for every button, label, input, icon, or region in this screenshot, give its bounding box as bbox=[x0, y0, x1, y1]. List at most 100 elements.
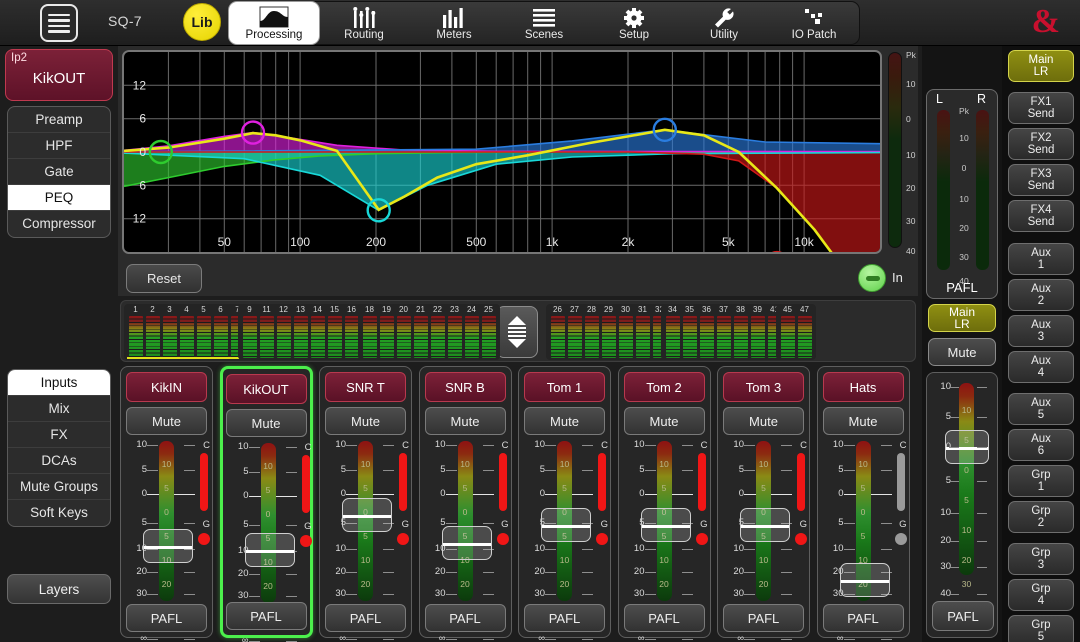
send-button-aux-4[interactable]: Aux4 bbox=[1008, 351, 1074, 383]
meter-group-3[interactable]: 1819202122232425 bbox=[358, 304, 500, 360]
strip-mute-button[interactable]: Mute bbox=[823, 407, 904, 435]
source-item-mute-groups[interactable]: Mute Groups bbox=[8, 474, 110, 500]
send-button-aux-2[interactable]: Aux2 bbox=[1008, 279, 1074, 311]
send-button-grp-1[interactable]: Grp1 bbox=[1008, 465, 1074, 497]
send-button-grp-4[interactable]: Grp4 bbox=[1008, 579, 1074, 611]
strip-mute-button[interactable]: Mute bbox=[425, 407, 506, 435]
master-meter-scale: Pk 10 0 10 20 30 40 bbox=[956, 108, 972, 274]
strip-fader-handle[interactable] bbox=[541, 508, 591, 542]
send-button-line1: Aux bbox=[1031, 319, 1051, 332]
source-item-inputs[interactable]: Inputs bbox=[8, 370, 110, 396]
strip-fader-zone[interactable]: 1050510203040∞10505102030CG bbox=[619, 439, 712, 604]
strip-fader-handle[interactable] bbox=[143, 529, 193, 563]
strip-pafl-button[interactable]: PAFL bbox=[624, 604, 705, 632]
processing-item-gate[interactable]: Gate bbox=[8, 159, 110, 185]
strip-fader-handle[interactable] bbox=[245, 533, 295, 567]
strip-fader-handle[interactable] bbox=[342, 498, 392, 532]
send-button-aux-5[interactable]: Aux5 bbox=[1008, 393, 1074, 425]
strip-name-button[interactable]: KikIN bbox=[126, 372, 207, 402]
strip-fader-handle[interactable] bbox=[641, 508, 691, 542]
hamburger-menu-icon[interactable] bbox=[40, 4, 78, 42]
eq-in-toggle[interactable] bbox=[858, 264, 886, 292]
strip-fader-handle[interactable] bbox=[740, 508, 790, 542]
strip-fader-zone[interactable]: 1050510203040∞10505102030CG bbox=[320, 439, 413, 604]
strip-name-button[interactable]: SNR T bbox=[325, 372, 406, 402]
strip-fader-zone[interactable]: 1050510203040∞10505102030CG bbox=[818, 439, 911, 604]
send-button-aux-6[interactable]: Aux6 bbox=[1008, 429, 1074, 461]
send-button-fx2-send[interactable]: FX2Send bbox=[1008, 128, 1074, 160]
source-item-mix[interactable]: Mix bbox=[8, 396, 110, 422]
processing-item-peq[interactable]: PEQ bbox=[8, 185, 110, 211]
master-strip-pafl-button[interactable]: PAFL bbox=[932, 601, 994, 631]
fader-tick bbox=[881, 523, 892, 524]
strip-name-button[interactable]: Tom 2 bbox=[624, 372, 705, 402]
channel-strip-hats[interactable]: Hats Mute 1050510203040∞10505102030CGPAFL bbox=[817, 366, 910, 638]
strip-mute-button[interactable]: Mute bbox=[624, 407, 705, 435]
strip-pafl-button[interactable]: PAFL bbox=[226, 602, 307, 630]
library-button[interactable]: Lib bbox=[183, 3, 221, 41]
send-button-aux-3[interactable]: Aux3 bbox=[1008, 315, 1074, 347]
tab-setup[interactable]: Setup bbox=[589, 2, 679, 44]
source-item-dcas[interactable]: DCAs bbox=[8, 448, 110, 474]
selected-channel-tag[interactable]: Ip2 KikOUT bbox=[5, 49, 113, 101]
tab-meters[interactable]: Meters bbox=[409, 2, 499, 44]
strip-name-button[interactable]: KikOUT bbox=[226, 374, 307, 404]
channel-strip-kikout[interactable]: KikOUT Mute 1050510203040∞10505102030CGPAF… bbox=[220, 366, 313, 638]
meter-bank-nav[interactable] bbox=[496, 306, 538, 358]
strip-mute-button[interactable]: Mute bbox=[524, 407, 605, 435]
strip-name-button[interactable]: Tom 1 bbox=[524, 372, 605, 402]
strip-fader-zone[interactable]: 1050510203040∞10505102030CG bbox=[718, 439, 811, 604]
meter-group-6[interactable]: 4547 bbox=[776, 304, 816, 360]
master-mute-button[interactable]: Mute bbox=[928, 338, 996, 366]
strip-name-button[interactable]: Hats bbox=[823, 372, 904, 402]
send-button-grp-2[interactable]: Grp2 bbox=[1008, 501, 1074, 533]
send-button-fx4-send[interactable]: FX4Send bbox=[1008, 200, 1074, 232]
processing-item-preamp[interactable]: Preamp bbox=[8, 107, 110, 133]
channel-strip-kikin[interactable]: KikIN Mute 1050510203040∞10505102030CGPAFL bbox=[120, 366, 213, 638]
channel-strip-snr-t[interactable]: SNR T Mute 1050510203040∞10505102030CGPAFL bbox=[319, 366, 412, 638]
master-main-lr-button[interactable]: Main LR bbox=[928, 304, 996, 332]
strip-fader-handle[interactable] bbox=[442, 526, 492, 560]
strip-name-button[interactable]: SNR B bbox=[425, 372, 506, 402]
channel-strip-tom-1[interactable]: Tom 1 Mute 1050510203040∞10505102030CGPAFL bbox=[518, 366, 611, 638]
send-button-grp-3[interactable]: Grp3 bbox=[1008, 543, 1074, 575]
channel-strip-tom-3[interactable]: Tom 3 Mute 1050510203040∞10505102030CGPAFL bbox=[717, 366, 810, 638]
strip-mute-button[interactable]: Mute bbox=[325, 407, 406, 435]
strip-pafl-button[interactable]: PAFL bbox=[425, 604, 506, 632]
strip-pafl-button[interactable]: PAFL bbox=[126, 604, 207, 632]
tab-processing[interactable]: Processing bbox=[229, 2, 319, 44]
eq-graph[interactable]: 1260612501002005001k2k5k10k bbox=[122, 50, 882, 254]
master-fader-zone[interactable]: 1050510203040∞ 10505102030 bbox=[927, 379, 999, 579]
eq-reset-button[interactable]: Reset bbox=[126, 264, 202, 293]
tab-utility[interactable]: Utility bbox=[679, 2, 769, 44]
tab-routing[interactable]: Routing bbox=[319, 2, 409, 44]
layers-button[interactable]: Layers bbox=[7, 574, 111, 604]
strip-fader-zone[interactable]: 1050510203040∞10505102030CG bbox=[121, 439, 214, 604]
send-button-grp-5[interactable]: Grp5 bbox=[1008, 615, 1074, 642]
strip-mute-button[interactable]: Mute bbox=[723, 407, 804, 435]
send-button-fx1-send[interactable]: FX1Send bbox=[1008, 92, 1074, 124]
strip-pafl-button[interactable]: PAFL bbox=[325, 604, 406, 632]
strip-name-button[interactable]: Tom 3 bbox=[723, 372, 804, 402]
strip-mute-button[interactable]: Mute bbox=[126, 407, 207, 435]
strip-pafl-button[interactable]: PAFL bbox=[723, 604, 804, 632]
send-button-fx3-send[interactable]: FX3Send bbox=[1008, 164, 1074, 196]
send-button-main-lr[interactable]: MainLR bbox=[1008, 50, 1074, 82]
strip-fader-zone[interactable]: 1050510203040∞10505102030CG bbox=[519, 439, 612, 604]
send-button-aux-1[interactable]: Aux1 bbox=[1008, 243, 1074, 275]
strip-fader-zone[interactable]: 1050510203040∞10505102030CG bbox=[420, 439, 513, 604]
strip-fader-zone[interactable]: 1050510203040∞10505102030CG bbox=[223, 441, 316, 606]
master-lr-meters: L R Pk 10 0 10 20 30 40 PAFL bbox=[926, 89, 998, 299]
tab-io-patch[interactable]: IO Patch bbox=[769, 2, 859, 44]
processing-item-compressor[interactable]: Compressor bbox=[8, 211, 110, 237]
channel-strip-snr-b[interactable]: SNR B Mute 1050510203040∞10505102030CGPAFL bbox=[419, 366, 512, 638]
channel-strip-tom-2[interactable]: Tom 2 Mute 1050510203040∞10505102030CGPAFL bbox=[618, 366, 711, 638]
source-item-soft-keys[interactable]: Soft Keys bbox=[8, 500, 110, 526]
strip-pafl-button[interactable]: PAFL bbox=[823, 604, 904, 632]
source-item-fx[interactable]: FX bbox=[8, 422, 110, 448]
strip-pafl-button[interactable]: PAFL bbox=[524, 604, 605, 632]
strip-fader-handle[interactable] bbox=[840, 563, 890, 597]
processing-item-hpf[interactable]: HPF bbox=[8, 133, 110, 159]
tab-scenes[interactable]: Scenes bbox=[499, 2, 589, 44]
strip-mute-button[interactable]: Mute bbox=[226, 409, 307, 437]
